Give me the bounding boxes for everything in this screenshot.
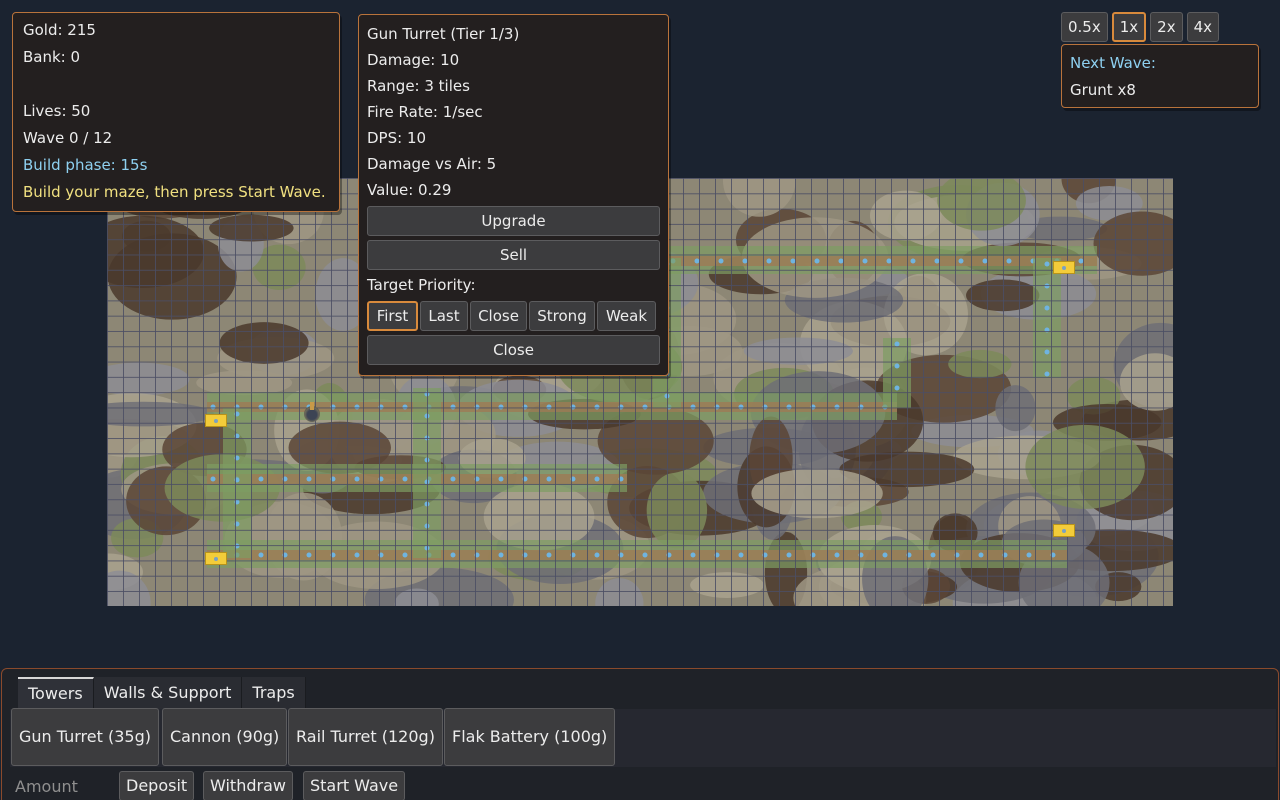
lives-label: Lives: 50	[23, 102, 91, 120]
upgrade-button[interactable]: Upgrade	[367, 206, 660, 236]
speed-4x-button[interactable]: 4x	[1186, 12, 1219, 42]
priority-strong-button[interactable]: Strong	[529, 301, 595, 331]
build-phase-label: Build phase: 15s	[23, 156, 148, 174]
gold-label: Gold: 215	[23, 21, 96, 39]
tower-damage-air: Damage vs Air: 5	[367, 155, 497, 173]
build-rail-turret-button[interactable]: Rail Turret (120g)	[288, 708, 443, 766]
target-priority-label: Target Priority:	[367, 276, 476, 294]
withdraw-button[interactable]: Withdraw	[203, 771, 293, 800]
exit-marker-right-bottom	[1053, 524, 1075, 537]
priority-weak-button[interactable]: Weak	[597, 301, 656, 331]
build-gun-turret-button[interactable]: Gun Turret (35g)	[11, 708, 159, 766]
priority-close-button[interactable]: Close	[470, 301, 527, 331]
build-tabs: Towers Walls & Support Traps	[18, 677, 306, 709]
spawn-marker-left-bottom	[205, 552, 227, 565]
next-wave-label: Next Wave:	[1070, 54, 1156, 72]
stats-panel: Gold: 215 Bank: 0 Lives: 50 Wave 0 / 12 …	[12, 12, 340, 212]
speed-2x-button[interactable]: 2x	[1150, 12, 1183, 42]
build-flak-battery-button[interactable]: Flak Battery (100g)	[444, 708, 616, 766]
tab-traps[interactable]: Traps	[242, 677, 306, 709]
tower-fire-rate: Fire Rate: 1/sec	[367, 103, 483, 121]
placed-gun-turret[interactable]	[304, 402, 320, 422]
next-wave-enemies: Grunt x8	[1070, 81, 1136, 99]
tower-dps: DPS: 10	[367, 129, 427, 147]
tab-towers[interactable]: Towers	[18, 677, 94, 709]
tab-walls-support[interactable]: Walls & Support	[93, 677, 243, 709]
wave-label: Wave 0 / 12	[23, 129, 113, 147]
spawn-marker-left-top	[205, 414, 227, 427]
deposit-button[interactable]: Deposit	[119, 771, 195, 800]
priority-last-button[interactable]: Last	[420, 301, 468, 331]
sell-button[interactable]: Sell	[367, 240, 660, 270]
tower-damage: Damage: 10	[367, 51, 460, 69]
tower-value: Value: 0.29	[367, 181, 452, 199]
tower-range: Range: 3 tiles	[367, 77, 470, 95]
exit-marker-right-top	[1053, 261, 1075, 274]
tower-title: Gun Turret (Tier 1/3)	[367, 25, 520, 43]
build-bar: Towers Walls & Support Traps Gun Turret …	[1, 668, 1279, 800]
target-priority-group: First Last Close Strong Weak	[367, 301, 660, 331]
build-cannon-button[interactable]: Cannon (90g)	[162, 708, 288, 766]
next-wave-panel: Next Wave: Grunt x8	[1061, 44, 1259, 108]
speed-0-5x-button[interactable]: 0.5x	[1061, 12, 1108, 42]
hint-label: Build your maze, then press Start Wave.	[23, 183, 326, 201]
priority-first-button[interactable]: First	[367, 301, 418, 331]
speed-1x-button[interactable]: 1x	[1111, 12, 1147, 42]
start-wave-button[interactable]: Start Wave	[303, 771, 406, 800]
speed-controls: 0.5x 1x 2x 4x	[1061, 12, 1219, 42]
amount-input[interactable]	[10, 773, 110, 800]
bank-label: Bank: 0	[23, 48, 81, 66]
tower-info-panel: Gun Turret (Tier 1/3) Damage: 10 Range: …	[358, 14, 669, 376]
close-tower-info-button[interactable]: Close	[367, 335, 660, 365]
